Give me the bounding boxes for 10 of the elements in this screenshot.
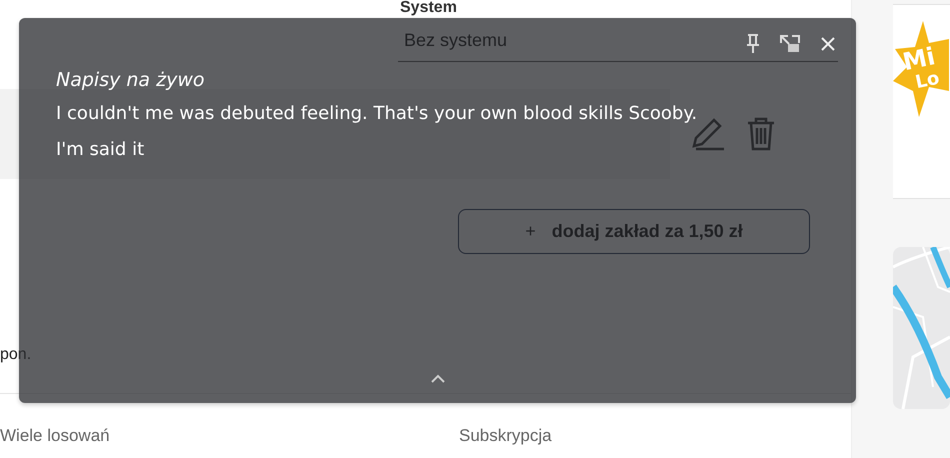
chevron-up-icon[interactable] <box>430 374 444 383</box>
field-label: System <box>400 0 457 16</box>
option-label[interactable]: Wiele losowań <box>0 426 459 446</box>
caption-text: I couldn't me was debuted feeling. That's your own blood skills Scooby. I'm said it <box>56 102 698 162</box>
resize-icon[interactable] <box>780 35 800 53</box>
pin-icon[interactable] <box>746 34 760 54</box>
close-icon[interactable] <box>820 36 836 52</box>
option-label[interactable]: Subskrypcja <box>459 426 552 446</box>
captions-title: Napisy na żywo <box>56 68 206 93</box>
logo-icon: Mi Lo <box>893 21 949 117</box>
